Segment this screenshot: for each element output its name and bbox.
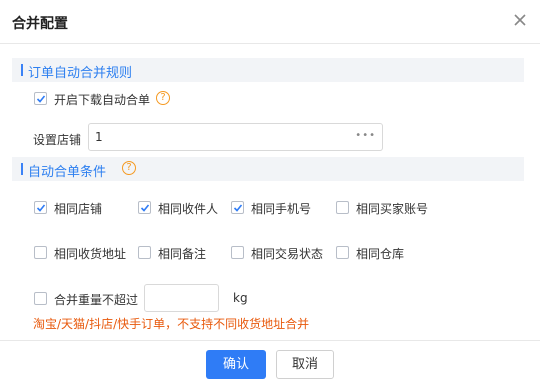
condition-label: 相同备注 [158, 247, 207, 261]
condition-same-trade-status-checkbox[interactable] [231, 246, 244, 259]
check-icon [36, 95, 46, 103]
shop-label: 设置店铺 [33, 133, 82, 147]
help-icon[interactable]: ? [156, 91, 170, 105]
condition-same-remark-checkbox[interactable] [138, 246, 151, 259]
auto-merge-checkbox[interactable] [34, 92, 47, 105]
auto-merge-label: 开启下载自动合单 [54, 93, 151, 107]
condition-label: 相同买家账号 [356, 202, 429, 216]
weight-input[interactable] [144, 284, 219, 312]
condition-label: 相同收件人 [158, 202, 219, 216]
condition-label: 相同手机号 [251, 202, 312, 216]
condition-same-recipient-checkbox[interactable] [138, 201, 151, 214]
dialog-header: 合并配置 [0, 0, 540, 44]
dialog-footer: 确认 取消 [0, 340, 540, 387]
condition-label: 相同店铺 [54, 202, 103, 216]
cancel-button[interactable]: 取消 [276, 350, 334, 379]
condition-same-buyer-checkbox[interactable] [336, 201, 349, 214]
help-icon[interactable]: ? [122, 161, 136, 175]
condition-same-warehouse-checkbox[interactable] [336, 246, 349, 259]
condition-label: 相同仓库 [356, 247, 405, 261]
section-merge-conditions: 自动合单条件 ? [12, 157, 524, 181]
condition-same-shop-checkbox[interactable] [34, 201, 47, 214]
confirm-button[interactable]: 确认 [206, 350, 266, 379]
condition-same-phone-checkbox[interactable] [231, 201, 244, 214]
condition-same-address-checkbox[interactable] [34, 246, 47, 259]
section-title: 自动合单条件 [28, 165, 107, 180]
condition-label: 相同交易状态 [251, 247, 324, 261]
check-icon [36, 204, 46, 212]
shop-value: 1 [95, 130, 103, 144]
section-accent [21, 163, 23, 175]
ellipsis-icon[interactable]: ••• [355, 130, 376, 141]
weight-limit-label: 合并重量不超过 [54, 293, 139, 307]
close-icon[interactable] [512, 12, 528, 28]
condition-label: 相同收货地址 [54, 247, 127, 261]
section-title: 订单自动合并规则 [28, 66, 133, 81]
check-icon [233, 204, 243, 212]
weight-unit: kg [233, 291, 248, 305]
dialog-title: 合并配置 [12, 16, 68, 32]
shop-select[interactable]: 1 ••• [88, 123, 383, 151]
warning-text: 淘宝/天猫/抖店/快手订单，不支持不同收货地址合并 [33, 317, 310, 331]
check-icon [140, 204, 150, 212]
weight-limit-checkbox[interactable] [34, 292, 47, 305]
section-accent [21, 64, 23, 76]
section-merge-rules: 订单自动合并规则 [12, 58, 524, 82]
